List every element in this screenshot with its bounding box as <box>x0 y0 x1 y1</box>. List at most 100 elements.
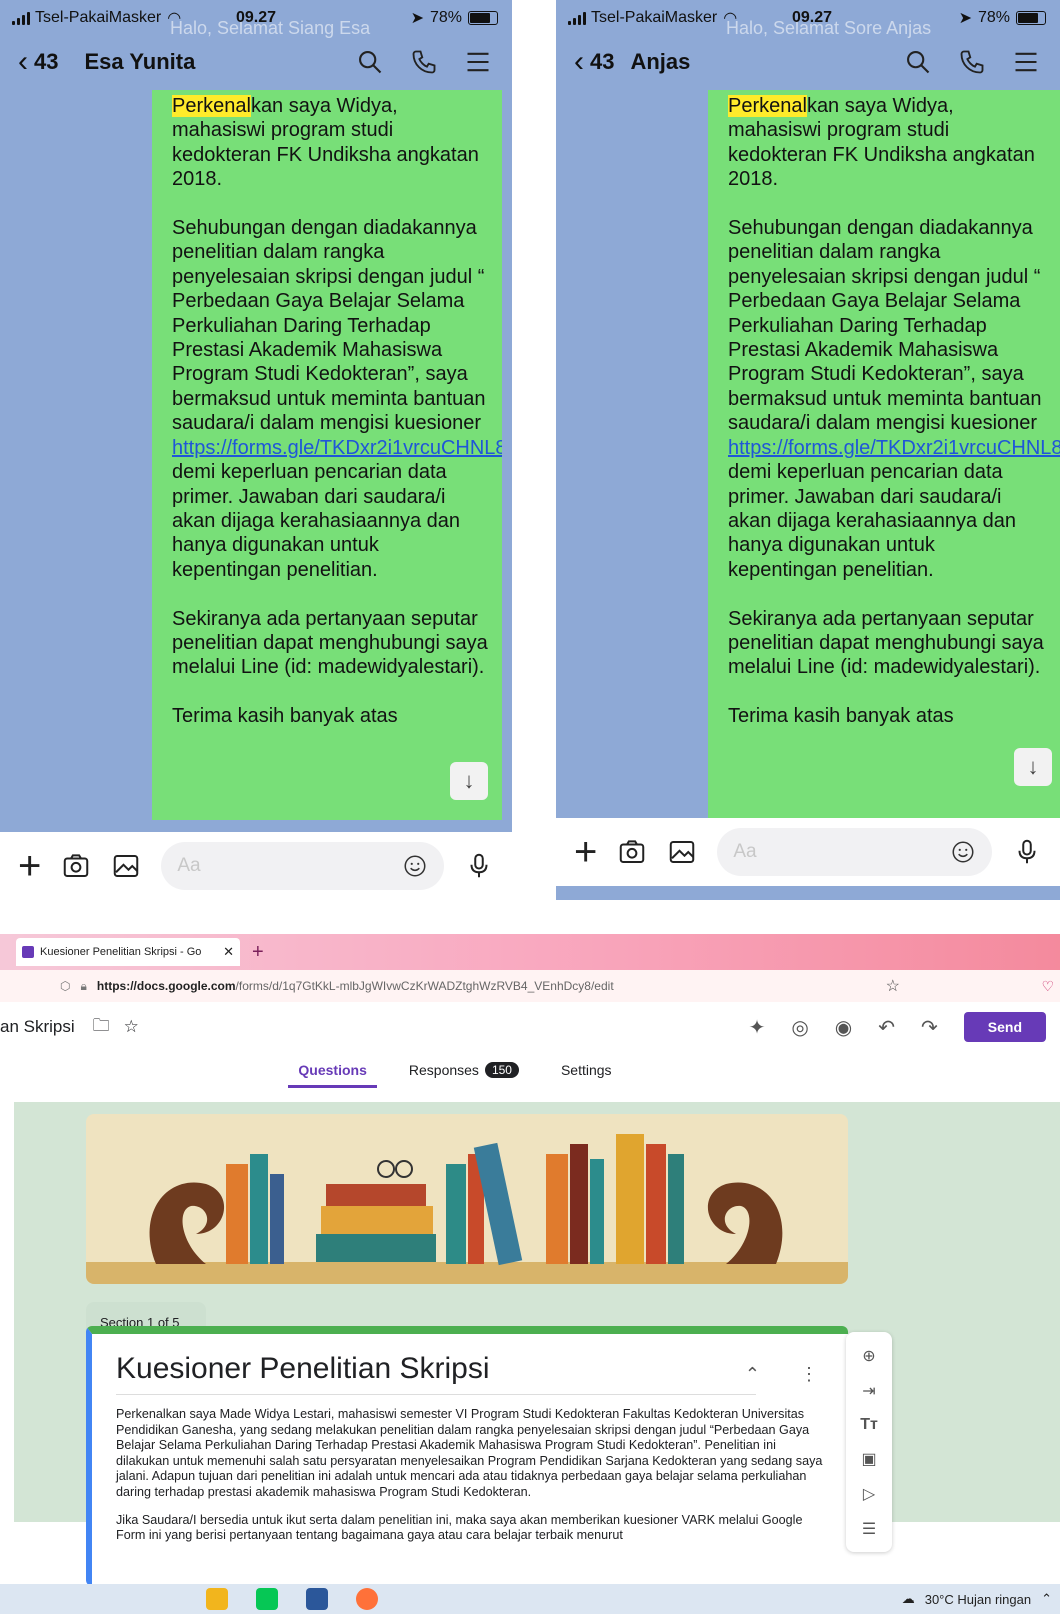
unread-count[interactable]: 43 <box>34 49 58 75</box>
clock: 09.27 <box>792 9 833 26</box>
message-input[interactable]: Aa <box>717 828 992 876</box>
new-tab-icon[interactable]: + <box>252 941 264 964</box>
responses-count-badge: 150 <box>484 1062 519 1078</box>
search-icon[interactable] <box>356 48 384 76</box>
star-icon[interactable]: ☆ <box>124 1017 139 1037</box>
microphone-icon[interactable] <box>464 851 494 881</box>
form-description-1[interactable]: Perkenalkan saya Made Widya Lestari, mah… <box>116 1407 828 1501</box>
add-title-icon[interactable]: Tᴛ <box>860 1416 878 1434</box>
location-icon: ➤ <box>958 10 972 27</box>
close-tab-icon[interactable]: ✕ <box>223 944 234 960</box>
add-question-icon[interactable]: ⊕ <box>862 1346 875 1366</box>
image-icon[interactable] <box>667 837 697 867</box>
word-app-icon[interactable] <box>306 1588 328 1610</box>
forms-favicon-icon <box>22 946 34 958</box>
emoji-icon[interactable] <box>402 853 428 879</box>
battery-icon <box>468 11 498 25</box>
folder-icon[interactable]: 🗀︎ <box>93 1013 110 1042</box>
form-title[interactable]: Kuesioner Penelitian Skripsi <box>116 1352 756 1395</box>
message-input-bar: + Aa <box>556 818 1060 886</box>
chat-screenshot-anjas: Halo, Selamat Sore Anjas Tsel-PakaiMaske… <box>556 0 1060 900</box>
file-explorer-icon[interactable] <box>206 1588 228 1610</box>
url-host: https://docs.google.com <box>96 979 236 993</box>
phone-call-icon[interactable] <box>410 48 438 76</box>
tray-chevron-icon[interactable]: ⌃ <box>1041 1591 1052 1607</box>
preview-eye-icon[interactable]: ◉ <box>835 1015 852 1040</box>
weather-icon: ☁ <box>901 1591 915 1606</box>
redo-icon[interactable]: ↷ <box>921 1015 938 1040</box>
form-tabs: Questions Responses 150 Settings <box>0 1052 1060 1088</box>
add-section-icon[interactable]: ☰ <box>862 1519 876 1539</box>
scroll-down-arrow-icon[interactable]: ↓ <box>1014 748 1052 786</box>
signal-icon <box>12 11 30 25</box>
camera-icon[interactable] <box>61 851 91 881</box>
scroll-down-arrow-icon[interactable]: ↓ <box>450 762 488 800</box>
plus-icon[interactable]: + <box>18 846 41 886</box>
chat-header: ‹ 43 Anjas <box>556 40 1060 84</box>
menu-icon[interactable] <box>1012 48 1040 76</box>
weather-status[interactable]: 30°C Hujan ringan <box>925 1592 1031 1607</box>
message-input[interactable]: Aa <box>161 842 444 890</box>
phone-call-icon[interactable] <box>958 48 986 76</box>
message-bubble: Perkenalkan saya Widya, mahasiswi progra… <box>152 90 502 820</box>
browser-tab[interactable]: Kuesioner Penelitian Skripsi - Go ✕ <box>16 938 240 966</box>
menu-icon[interactable] <box>464 48 492 76</box>
form-description-2[interactable]: Jika Saudara/I bersedia untuk ikut serta… <box>116 1513 828 1544</box>
addon-puzzle-icon[interactable]: ✦ <box>749 1015 766 1040</box>
browser-tab-strip: Kuesioner Penelitian Skripsi - Go ✕ + <box>0 934 1060 970</box>
more-options-icon[interactable]: ⋮ <box>800 1364 818 1385</box>
lock-icon: 🔒︎ <box>80 978 87 993</box>
palette-icon[interactable]: ◎ <box>791 1015 808 1040</box>
message-input-bar: + Aa <box>0 832 512 900</box>
back-chevron-icon[interactable]: ‹ <box>574 45 584 79</box>
tab-responses-label: Responses <box>408 1062 479 1078</box>
carrier-label: Tsel-PakaiMasker <box>35 9 162 26</box>
form-link[interactable]: https://forms.gle/TKDxr2i1vrcuCHNL8 <box>172 437 502 459</box>
back-chevron-icon[interactable]: ‹ <box>18 45 28 79</box>
input-placeholder: Aa <box>177 855 201 876</box>
chat-header: ‹ 43 Esa Yunita <box>0 40 512 84</box>
message-contact-info: Sekiranya ada pertanyaan seputar penelit… <box>728 607 1050 679</box>
send-button[interactable]: Send <box>963 1012 1046 1042</box>
message-contact-info: Sekiranya ada pertanyaan seputar penelit… <box>172 607 494 679</box>
form-link[interactable]: https://forms.gle/TKDxr2i1vrcuCHNL8 <box>728 437 1060 459</box>
bookmark-star-icon[interactable]: ☆ <box>886 976 900 996</box>
image-icon[interactable] <box>111 851 141 881</box>
status-bar: Tsel-PakaiMasker ◠ 09.27 ➤ 78% <box>0 0 512 36</box>
shield-icon[interactable]: ⬡ <box>60 979 70 993</box>
camera-icon[interactable] <box>617 837 647 867</box>
header-image-books <box>86 1114 848 1284</box>
collapse-icon[interactable]: ⌃ <box>745 1364 760 1385</box>
signal-icon <box>568 11 586 25</box>
add-video-icon[interactable]: ▷ <box>863 1484 875 1504</box>
battery-percent: 78% <box>977 9 1010 26</box>
undo-icon[interactable]: ↶ <box>878 1015 895 1040</box>
tab-settings[interactable]: Settings <box>551 1052 622 1088</box>
form-side-toolbar: ⊕ ⇥ Tᴛ ▣ ▷ ☰ <box>846 1332 892 1552</box>
search-icon[interactable] <box>904 48 932 76</box>
form-canvas: Section 1 of 5 ⌃ ⋮ Kuesioner Penelitian … <box>14 1102 1060 1586</box>
tab-responses[interactable]: Responses 150 <box>399 1052 529 1088</box>
status-bar: Tsel-PakaiMasker ◠ 09.27 ➤ 78% <box>556 0 1060 36</box>
add-image-icon[interactable]: ▣ <box>861 1449 876 1469</box>
form-title-card[interactable]: ⌃ ⋮ Kuesioner Penelitian Skripsi Perkena… <box>86 1326 848 1586</box>
tab-title: Kuesioner Penelitian Skripsi - Go <box>40 946 202 958</box>
microphone-icon[interactable] <box>1012 837 1042 867</box>
contact-name: Esa Yunita <box>84 49 196 74</box>
line-app-icon[interactable] <box>256 1588 278 1610</box>
wifi-icon: ◠ <box>167 10 182 27</box>
carrier-label: Tsel-PakaiMasker <box>591 9 718 26</box>
address-bar[interactable]: ⬡ 🔒︎ https://docs.google.com/forms/d/1q7… <box>0 970 1060 1002</box>
location-icon: ➤ <box>410 10 424 27</box>
battery-percent: 78% <box>429 9 462 26</box>
tab-questions[interactable]: Questions <box>288 1052 378 1088</box>
form-doc-title[interactable]: an Skripsi <box>0 1017 75 1037</box>
contact-name: Anjas <box>630 49 691 74</box>
forms-toolbar: an Skripsi 🗀︎ ☆ ✦ ◎ ◉ ↶ ↷ Send <box>0 1002 1060 1052</box>
emoji-icon[interactable] <box>950 839 976 865</box>
pocket-icon[interactable]: ♡ <box>1041 978 1054 995</box>
plus-icon[interactable]: + <box>574 832 597 872</box>
import-questions-icon[interactable]: ⇥ <box>862 1381 875 1401</box>
firefox-icon[interactable] <box>356 1588 378 1610</box>
unread-count[interactable]: 43 <box>590 49 614 75</box>
